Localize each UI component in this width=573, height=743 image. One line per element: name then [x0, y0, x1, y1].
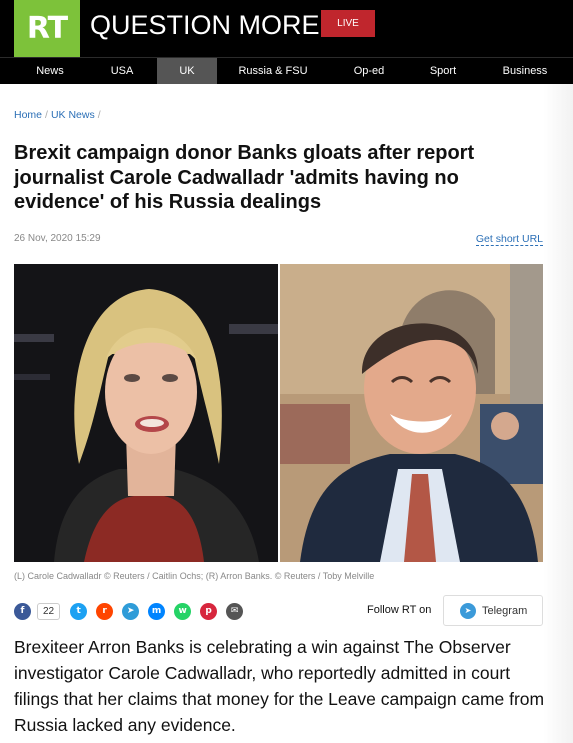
telegram-follow-button[interactable]: ➤ Telegram: [443, 595, 543, 626]
share-count: 22: [37, 602, 61, 620]
telegram-icon: ➤: [460, 602, 476, 619]
breadcrumb: Home / UK News /: [14, 109, 104, 121]
nav-item-news[interactable]: News: [0, 58, 100, 84]
main-nav: News USA UK Russia & FSU Op-ed Sport Bus…: [0, 57, 573, 84]
reddit-icon[interactable]: r: [96, 602, 114, 620]
nav-item-russia-fsu[interactable]: Russia & FSU: [217, 58, 329, 84]
whatsapp-icon[interactable]: w: [174, 602, 192, 620]
photo-arron-banks: [280, 264, 543, 562]
logo-text: RT: [26, 11, 68, 46]
rt-logo[interactable]: RT: [14, 0, 80, 57]
article-lead-paragraph: Brexiteer Arron Banks is celebrating a w…: [14, 637, 545, 735]
nav-item-business[interactable]: Business: [477, 58, 573, 84]
telegram-label: Telegram: [482, 604, 528, 617]
photo-carole-cadwalladr: [14, 264, 278, 562]
email-icon[interactable]: ✉: [226, 602, 244, 620]
facebook-icon[interactable]: f: [14, 602, 31, 620]
breadcrumb-section[interactable]: UK News: [51, 109, 95, 121]
pocket-icon[interactable]: p: [200, 602, 218, 620]
article-headline: Brexit campaign donor Banks gloats after…: [14, 142, 475, 213]
live-button[interactable]: LIVE: [321, 10, 375, 37]
share-bar: f 22 t r ➤ m w p ✉: [14, 599, 252, 623]
telegram-share-icon[interactable]: ➤: [122, 602, 140, 620]
article-date: 26 Nov, 2020 15:29: [14, 233, 101, 244]
get-short-url-link[interactable]: Get short URL: [475, 233, 543, 246]
twitter-icon[interactable]: t: [70, 602, 88, 620]
nav-item-sport[interactable]: Sport: [409, 58, 477, 84]
breadcrumb-home[interactable]: Home: [14, 109, 42, 121]
image-caption: (L) Carole Cadwalladr © Reuters / Caitli…: [14, 571, 375, 581]
nav-item-usa[interactable]: USA: [100, 58, 144, 84]
breadcrumb-separator: /: [97, 109, 101, 121]
messenger-icon[interactable]: m: [148, 602, 166, 620]
slogan: QUESTION MORE: [90, 10, 320, 40]
breadcrumb-separator: /: [45, 109, 48, 121]
top-bar: RT QUESTION MORE LIVE: [0, 0, 573, 57]
nav-item-op-ed[interactable]: Op-ed: [329, 58, 409, 84]
nav-item-uk[interactable]: UK: [157, 58, 217, 84]
follow-rt-label: Follow RT on: [367, 604, 432, 616]
